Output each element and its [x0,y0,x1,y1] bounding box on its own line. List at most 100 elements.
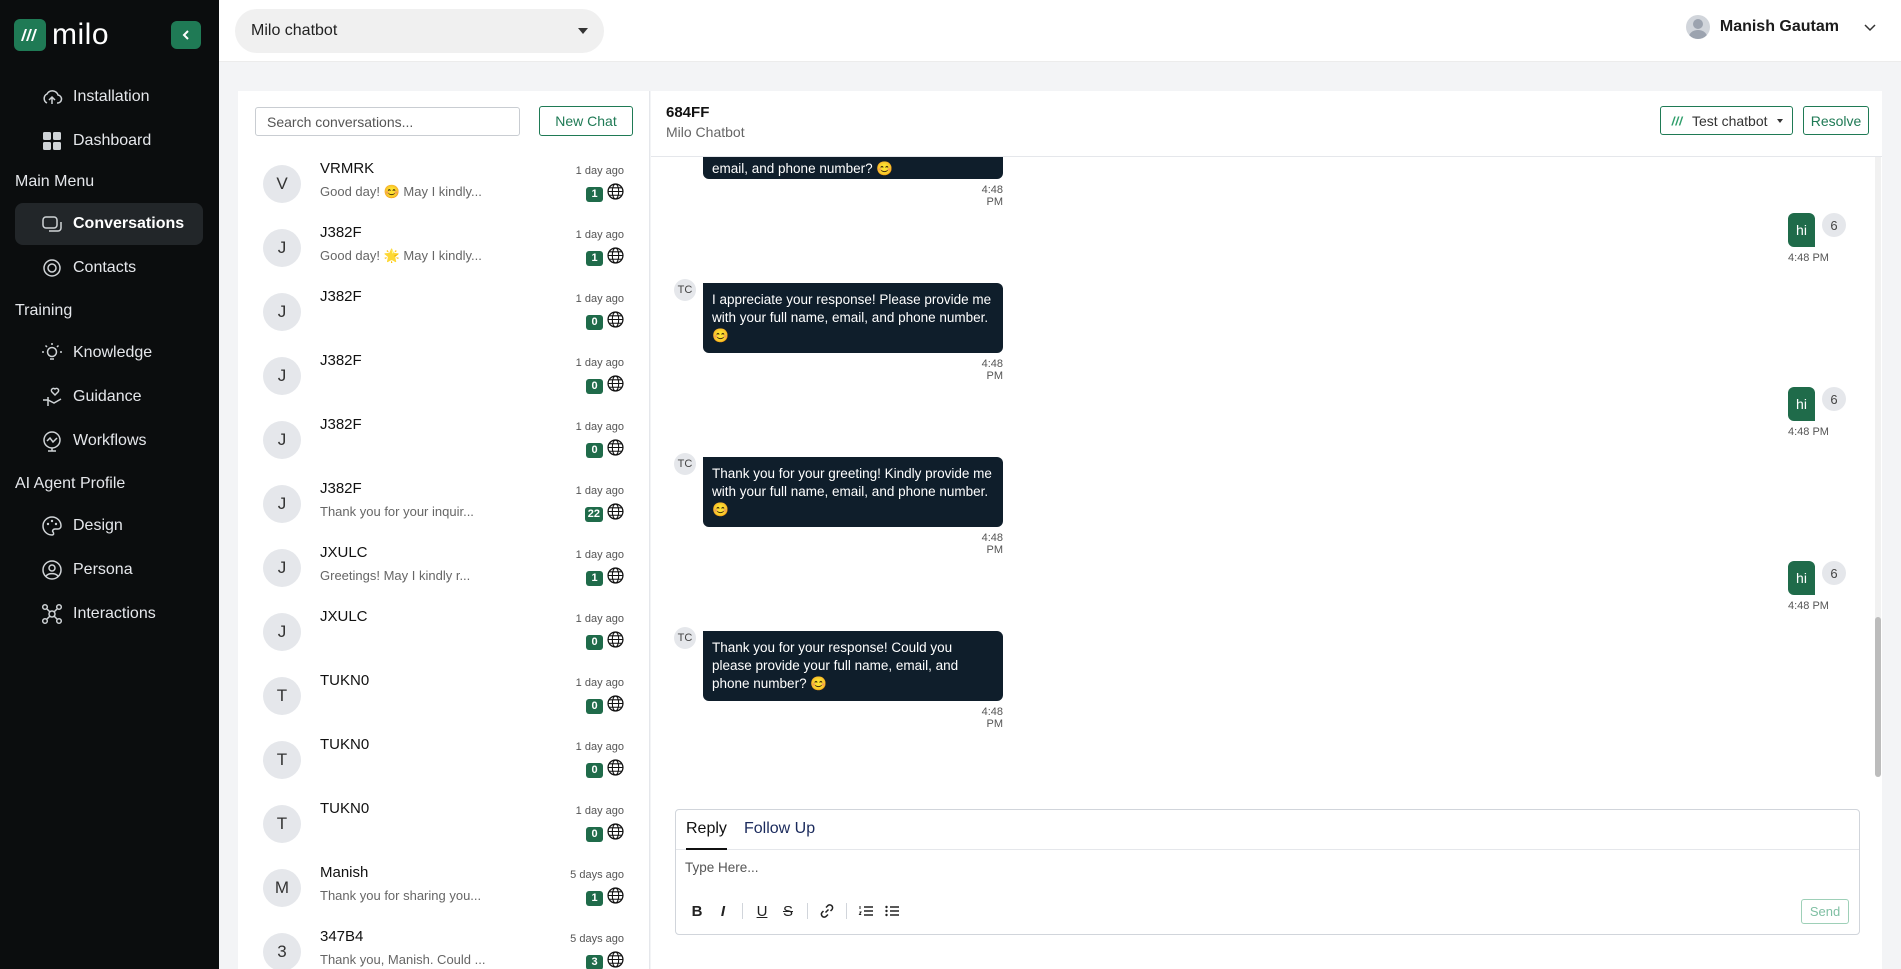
sidebar-item-contacts[interactable]: Contacts [15,247,203,289]
milo-logo-icon [1671,116,1684,125]
conversation-item[interactable]: J J382F 1 day ago 0 [238,281,649,345]
sidebar-item-knowledge[interactable]: Knowledge [15,332,203,374]
conversation-item[interactable]: J JXULC Greetings! May I kindly r... 1 day … [238,537,649,601]
contact-avatar: T [263,741,301,779]
conversation-preview: Good day! 🌟 May I kindly... [320,248,482,263]
message-count-badge: 22 [584,506,603,522]
sidebar-item-design[interactable]: Design [15,505,203,547]
conversation-meta: 0 [586,695,624,717]
conversation-time: 1 day ago [575,549,624,561]
hand-heart-icon [43,387,62,406]
conversation-time: 1 day ago [575,421,624,433]
message-count-badge: 1 [586,890,603,906]
message-time: 4:48 PM [981,184,1003,208]
conversation-meta: 1 [586,567,624,589]
conversation-id: 684FF [666,104,710,121]
ordered-list-icon[interactable] [857,902,875,920]
palette-icon [42,516,62,536]
search-conversations-input[interactable] [255,107,520,136]
user-avatar: 6 [1822,561,1846,585]
message-scrollbar[interactable] [1875,157,1881,777]
sidebar-item-label: Workflows [73,432,147,449]
conversation-time: 1 day ago [575,229,624,241]
message-count-badge: 0 [586,698,603,714]
contact-avatar: T [263,677,301,715]
conversation-time: 1 day ago [575,165,624,177]
sidebar-item-persona[interactable]: Persona [15,549,203,591]
chatbot-selector[interactable]: Milo chatbot [235,9,604,53]
top-bar: Milo chatbot Manish Gautam [219,0,1901,62]
conversation-name: TUKN0 [320,736,370,753]
chatbot-selector-value: Milo chatbot [251,22,338,39]
user-avatar-icon [1685,15,1710,39]
conversation-item[interactable]: T TUKN0 1 day ago 0 [238,793,649,857]
globe-icon [607,183,624,205]
user-message-bubble: hi [1788,387,1815,421]
chevron-down-icon [1864,24,1876,32]
resolve-button[interactable]: Resolve [1803,106,1869,135]
collapse-sidebar-button[interactable] [171,21,201,49]
message-count-badge: 1 [586,250,603,266]
contact-avatar: J [263,613,301,651]
lightbulb-icon [42,343,62,360]
sidebar-item-workflows[interactable]: Workflows [15,420,203,462]
conversation-time: 5 days ago [570,869,624,881]
section-ai-agent-profile: AI Agent Profile [15,475,126,492]
test-chatbot-dropdown[interactable]: Test chatbot [1660,106,1793,135]
target-icon [43,259,61,277]
message-thread: email, and phone number? 😊 4:48 PM hi 6 4:48… [651,157,1882,731]
message-composer: Reply Follow Up B I U S Send [675,809,1860,935]
globe-icon [607,887,624,909]
message-input[interactable] [685,860,1785,875]
sidebar-item-label: Guidance [73,388,142,405]
sidebar: milo Installation Dashboard Main Menu Co… [0,0,219,969]
sidebar-item-guidance[interactable]: Guidance [15,376,203,418]
conversation-time: 5 days ago [570,933,624,945]
contact-avatar: J [263,421,301,459]
interactions-icon [41,603,63,625]
underline-icon[interactable]: U [753,902,771,920]
conversation-name: J382F [320,416,362,433]
chat-header: 684FF Milo Chatbot Test chatbot Resolve [651,91,1882,157]
italic-icon[interactable]: I [714,902,732,920]
sidebar-item-dashboard[interactable]: Dashboard [15,120,203,162]
conversation-item[interactable]: T TUKN0 1 day ago 0 [238,665,649,729]
user-menu[interactable]: Manish Gautam [1685,15,1877,39]
bullet-list-icon[interactable] [883,902,901,920]
conversation-item[interactable]: J J382F 1 day ago 0 [238,409,649,473]
bold-icon[interactable]: B [688,902,706,920]
new-chat-button[interactable]: New Chat [539,106,633,136]
conversation-meta: 0 [586,375,624,397]
bot-avatar: TC [674,279,696,301]
sidebar-item-conversations[interactable]: Conversations [15,203,203,245]
conversation-item[interactable]: T TUKN0 1 day ago 0 [238,729,649,793]
globe-icon [607,503,624,525]
scrollbar-thumb[interactable] [1875,617,1881,777]
send-button[interactable]: Send [1801,899,1849,924]
brand-name: milo [52,18,110,51]
brand-logo[interactable]: milo [14,18,109,52]
globe-icon [607,311,624,333]
contact-avatar: T [263,805,301,843]
message-time: 4:48 PM [1788,600,1829,612]
conversation-item[interactable]: V VRMRK Good day! 😊 May I kindly... 1 day a… [238,153,649,217]
conversation-item[interactable]: J JXULC 1 day ago 0 [238,601,649,665]
sidebar-item-installation[interactable]: Installation [15,76,203,118]
sidebar-item-interactions[interactable]: Interactions [15,593,203,635]
tab-follow-up[interactable]: Follow Up [744,820,815,838]
conversation-item[interactable]: J J382F 1 day ago 0 [238,345,649,409]
conversation-item[interactable]: J J382F Thank you for your inquir... 1 day … [238,473,649,537]
conversation-time: 1 day ago [575,357,624,369]
conversation-name: J382F [320,288,362,305]
conversation-meta: 1 [586,183,624,205]
link-icon[interactable] [818,902,836,920]
strikethrough-icon[interactable]: S [779,902,797,920]
conversation-item[interactable]: J J382F Good day! 🌟 May I kindly... 1 day a… [238,217,649,281]
contact-avatar: J [263,293,301,331]
conversation-item[interactable]: M Manish Thank you for sharing you... 5 day… [238,857,649,921]
conversation-item[interactable]: 3 347B4 Thank you, Manish. Could ... 5 days… [238,921,649,969]
conversation-meta: 0 [586,631,624,653]
conversation-meta: 0 [586,759,624,781]
conversation-time: 1 day ago [575,741,624,753]
tab-reply[interactable]: Reply [686,820,727,850]
